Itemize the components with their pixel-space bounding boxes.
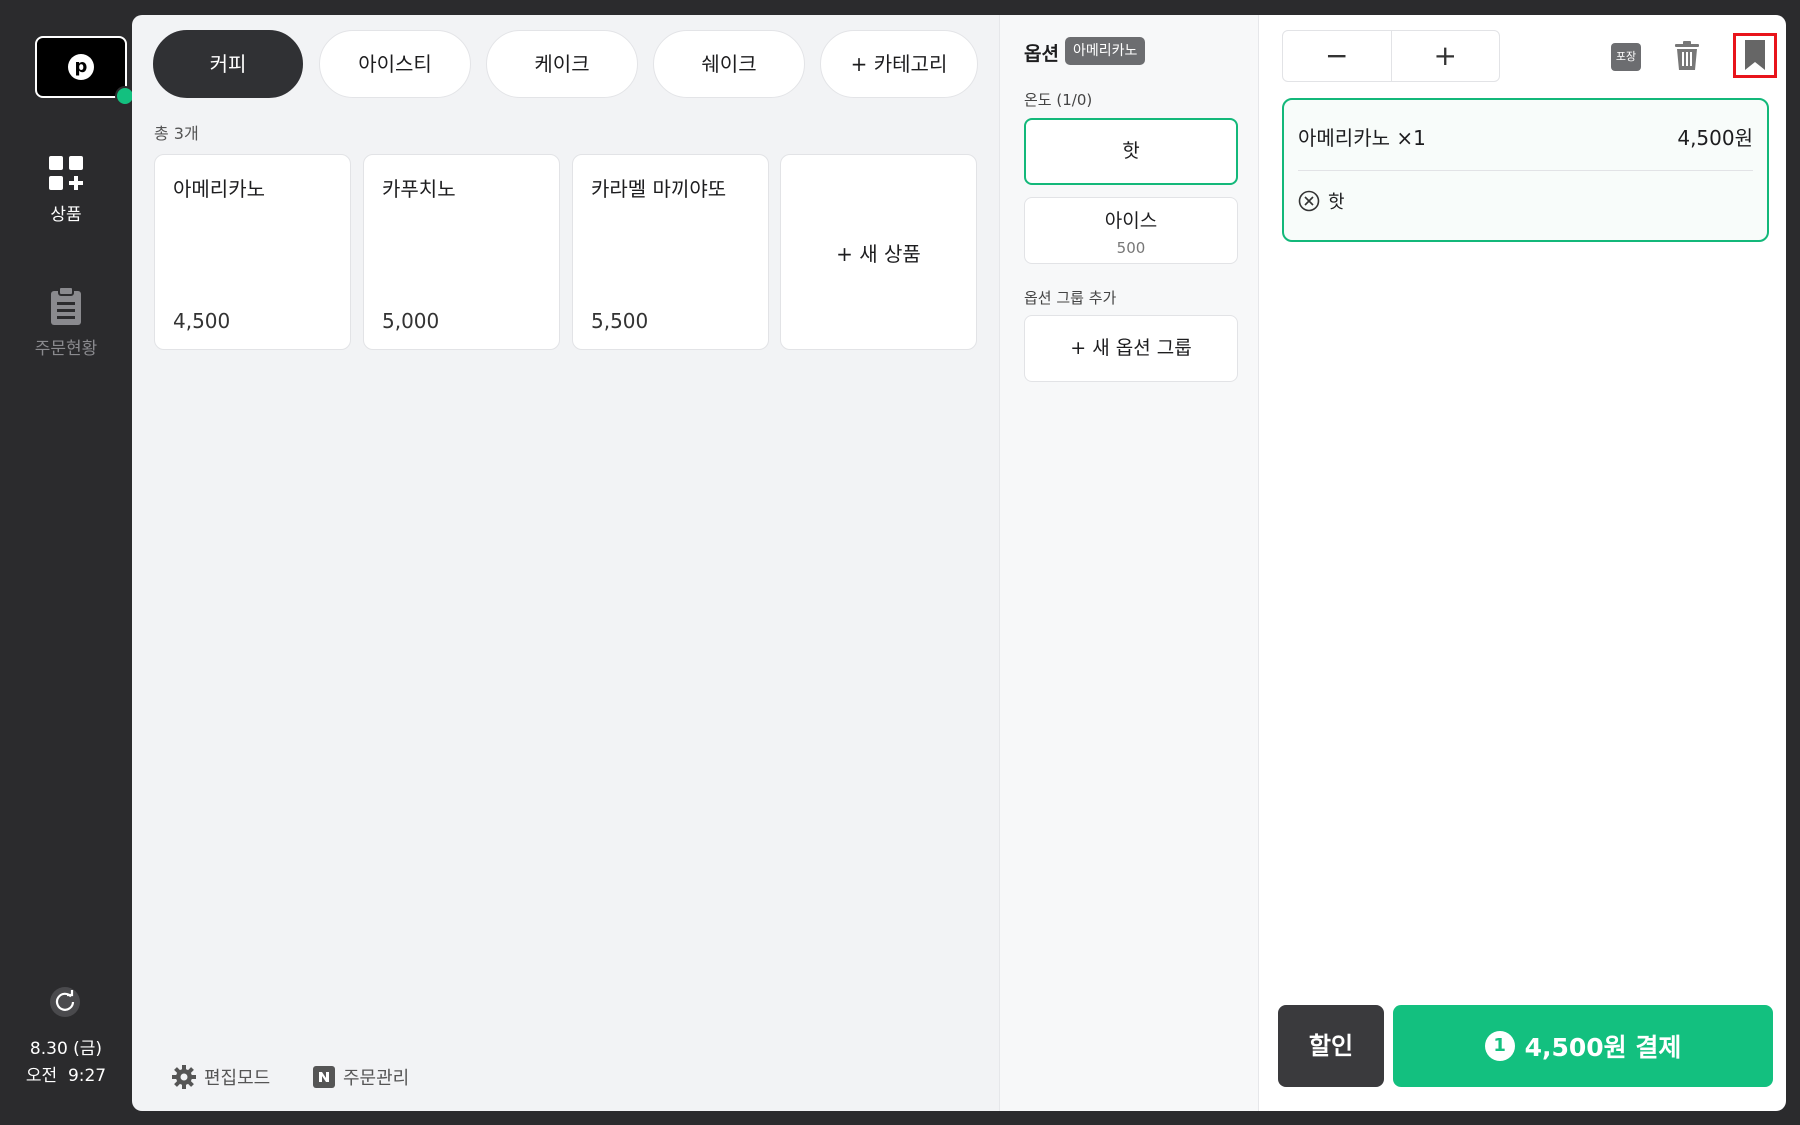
grid-plus-icon bbox=[49, 156, 83, 190]
remove-option-icon[interactable] bbox=[1298, 190, 1320, 212]
product-price: 5,500 bbox=[591, 309, 649, 333]
new-option-group-label: + 새 옵션 그룹 bbox=[1070, 337, 1192, 359]
products-panel: 커피 아이스티 케이크 쉐이크 + 카테고리 총 3개 아메리카노 4,500 … bbox=[132, 15, 999, 1111]
line-item-option-label: 핫 bbox=[1328, 192, 1345, 213]
selected-product-badge: 아메리카노 bbox=[1065, 37, 1146, 65]
date-text: 8.30 (금) bbox=[29, 1039, 103, 1059]
takeout-button[interactable]: 포장 bbox=[1611, 43, 1641, 71]
sidebar-item-orders[interactable]: 주문현황 bbox=[0, 286, 132, 359]
new-product-button[interactable]: + 새 상품 bbox=[780, 154, 977, 350]
datetime: 8.30 (금) 오전 9:27 bbox=[0, 1036, 132, 1090]
bookmark-icon bbox=[1745, 40, 1765, 70]
pay-item-count-badge: 1 bbox=[1484, 1031, 1515, 1061]
gear-icon bbox=[172, 1065, 196, 1089]
option-extra-price: 500 bbox=[1116, 239, 1146, 257]
tab-coffee[interactable]: 커피 bbox=[153, 30, 303, 98]
trash-icon bbox=[1675, 41, 1699, 70]
option-label: 핫 bbox=[1122, 140, 1140, 162]
n-logo-icon bbox=[313, 1066, 335, 1088]
edit-mode-label: 편집모드 bbox=[204, 1068, 271, 1089]
delete-button[interactable] bbox=[1674, 41, 1700, 75]
tab-cake[interactable]: 케이크 bbox=[486, 30, 638, 98]
product-card[interactable]: 카라멜 마끼야또 5,500 bbox=[572, 154, 769, 350]
quantity-stepper: − + bbox=[1282, 30, 1500, 82]
cart-panel: − + 포장 아메리카노 ×1 4,500원 핫 할인 1 4,500원 결제 bbox=[1259, 15, 1786, 1111]
time-text: 오전 9:27 bbox=[25, 1066, 107, 1086]
bookmark-button[interactable] bbox=[1733, 33, 1777, 78]
cart-line-item[interactable]: 아메리카노 ×1 4,500원 핫 bbox=[1282, 98, 1769, 242]
product-card[interactable]: 아메리카노 4,500 bbox=[154, 154, 351, 350]
product-name: 카라멜 마끼야또 bbox=[591, 177, 727, 201]
product-name: 카푸치노 bbox=[382, 177, 456, 201]
refresh-button[interactable] bbox=[50, 987, 80, 1017]
decrease-button[interactable]: − bbox=[1283, 31, 1392, 81]
edit-mode-button[interactable]: 편집모드 bbox=[172, 1064, 270, 1090]
sidebar-item-products[interactable]: 상품 bbox=[0, 154, 132, 225]
line-item-price: 4,500원 bbox=[1677, 126, 1753, 150]
discount-button[interactable]: 할인 bbox=[1278, 1005, 1384, 1087]
logo-mark: p bbox=[68, 54, 94, 80]
line-item-option: 핫 bbox=[1298, 188, 1345, 214]
pay-button[interactable]: 1 4,500원 결제 bbox=[1393, 1005, 1773, 1087]
new-option-group-button[interactable]: + 새 옵션 그룹 bbox=[1024, 315, 1238, 382]
increase-button[interactable]: + bbox=[1392, 31, 1500, 81]
add-option-group-label: 옵션 그룹 추가 bbox=[1024, 289, 1117, 307]
line-item-name: 아메리카노 ×1 bbox=[1298, 126, 1426, 150]
new-product-label: + 새 상품 bbox=[836, 242, 921, 266]
product-price: 5,000 bbox=[382, 309, 440, 333]
pay-label: 4,500원 결제 bbox=[1524, 1033, 1682, 1062]
sidebar-item-label: 상품 bbox=[50, 205, 82, 225]
order-management-label: 주문관리 bbox=[343, 1068, 410, 1089]
product-name: 아메리카노 bbox=[173, 177, 265, 201]
clipboard-icon bbox=[51, 286, 81, 325]
refresh-icon bbox=[55, 990, 75, 1011]
option-label: 아이스 bbox=[1104, 210, 1158, 232]
order-management-button[interactable]: 주문관리 bbox=[313, 1064, 409, 1090]
tab-shake[interactable]: 쉐이크 bbox=[653, 30, 805, 98]
option-hot-button[interactable]: 핫 bbox=[1024, 118, 1238, 185]
store-logo[interactable]: p bbox=[35, 36, 135, 106]
divider bbox=[1298, 170, 1753, 171]
tab-iced-tea[interactable]: 아이스티 bbox=[319, 30, 471, 98]
product-card[interactable]: 카푸치노 5,000 bbox=[363, 154, 560, 350]
product-count: 총 3개 bbox=[154, 124, 199, 143]
options-title: 옵션 bbox=[1024, 43, 1059, 65]
sidebar-item-label: 주문현황 bbox=[34, 339, 98, 359]
option-ice-button[interactable]: 아이스 500 bbox=[1024, 197, 1238, 264]
options-panel: 옵션 아메리카노 온도 (1/0) 핫 아이스 500 옵션 그룹 추가 + 새… bbox=[999, 15, 1259, 1111]
sidebar: p 상품 주문현황 8.30 (금) 오전 9:27 bbox=[0, 0, 135, 1125]
add-category-button[interactable]: + 카테고리 bbox=[820, 30, 978, 98]
product-price: 4,500 bbox=[173, 309, 231, 333]
option-group-label: 온도 (1/0) bbox=[1024, 91, 1093, 109]
